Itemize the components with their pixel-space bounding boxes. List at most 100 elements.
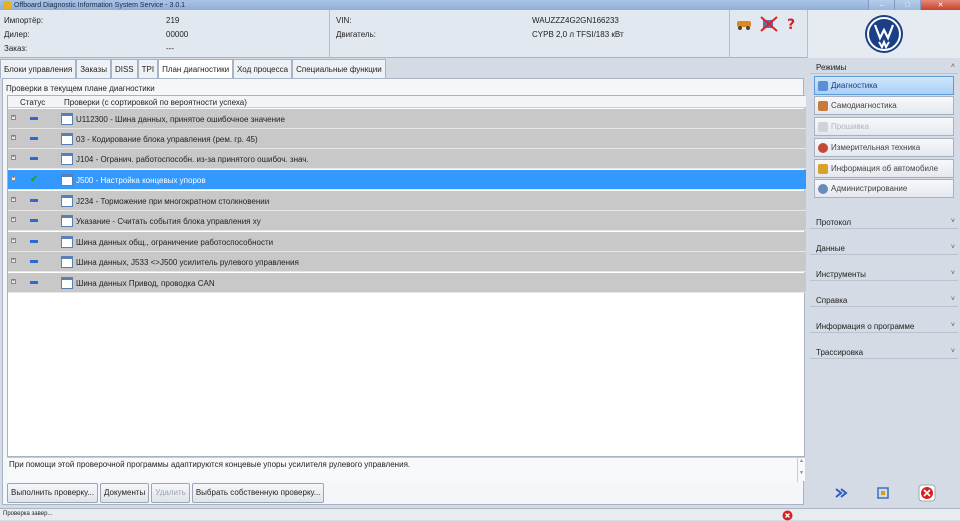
section-help[interactable]: Справка ˅ bbox=[810, 293, 958, 307]
table-row[interactable]: + J104 - Огранич. работоспособн. из-за п… bbox=[8, 149, 806, 169]
no-connection-icon bbox=[760, 16, 778, 32]
help-question-icon[interactable]: ? bbox=[784, 16, 800, 32]
order-label: Заказ: bbox=[4, 44, 28, 53]
grid-header: Статус Проверки (с сортировкой по вероят… bbox=[8, 96, 806, 108]
status-pending-icon bbox=[30, 157, 38, 160]
status-pending-icon bbox=[30, 137, 38, 140]
column-checks[interactable]: Проверки (с сортировкой по вероятности у… bbox=[64, 98, 247, 107]
section-label: Инструменты bbox=[816, 270, 866, 279]
sidebar-footer bbox=[808, 480, 960, 508]
table-row[interactable]: + U112300 - Шина данных, принятое ошибоч… bbox=[8, 109, 806, 129]
check-label: 03 - Кодирование блока управления (рем. … bbox=[76, 135, 258, 144]
tab-process[interactable]: Ход процесса bbox=[233, 59, 293, 78]
section-label: Трассировка bbox=[816, 348, 864, 357]
tab-tpi[interactable]: TPI bbox=[137, 59, 159, 78]
table-row[interactable]: + 03 - Кодирование блока управления (рем… bbox=[8, 129, 806, 149]
title-bar: Offboard Diagnostic Information System S… bbox=[0, 0, 960, 10]
chevron-down-icon: ˅ bbox=[950, 296, 955, 303]
tab-orders[interactable]: Заказы bbox=[76, 59, 111, 78]
document-icon bbox=[61, 174, 73, 186]
expand-icon[interactable]: + bbox=[11, 217, 16, 222]
expand-icon[interactable]: + bbox=[11, 115, 16, 120]
check-label: Шина данных, J533 <>J500 усилитель рулев… bbox=[76, 258, 299, 267]
close-window-button[interactable]: ✕ bbox=[920, 0, 960, 10]
mode-label: Администрирование bbox=[831, 184, 908, 193]
self-diagnostics-icon bbox=[818, 100, 828, 111]
minimize-button[interactable]: – bbox=[868, 0, 894, 10]
status-pending-icon bbox=[30, 219, 38, 222]
mode-label: Измерительная техника bbox=[831, 143, 921, 152]
modes-section-header[interactable]: Режимы ˄ bbox=[810, 60, 958, 74]
mode-diagnostics[interactable]: Диагностика bbox=[814, 76, 954, 95]
check-label: J234 - Торможение при многократном столк… bbox=[76, 197, 270, 206]
expand-icon[interactable]: + bbox=[11, 155, 16, 160]
expand-icon[interactable]: + bbox=[11, 279, 16, 284]
status-pending-icon bbox=[30, 240, 38, 243]
execute-check-button[interactable]: Выполнить проверку... bbox=[7, 483, 99, 503]
tab-diagnostic-plan[interactable]: План диагностики bbox=[158, 59, 234, 78]
table-row[interactable]: + J234 - Торможение при многократном сто… bbox=[8, 191, 806, 211]
importer-label: Импортёр: bbox=[4, 16, 44, 25]
table-row[interactable]: + Шина данных общ., ограничение работосп… bbox=[8, 232, 806, 252]
section-data[interactable]: Данные ˅ bbox=[810, 241, 958, 255]
status-pending-icon bbox=[30, 117, 38, 120]
diagnostic-plan-panel: Проверки в текущем плане диагностики Ста… bbox=[2, 78, 806, 505]
modes-title: Режимы bbox=[816, 63, 847, 72]
section-about[interactable]: Информация о программе ˅ bbox=[810, 319, 958, 333]
gauge-icon bbox=[818, 142, 828, 153]
section-tracing[interactable]: Трассировка ˅ bbox=[810, 345, 958, 359]
table-row[interactable]: + Шина данных, J533 <>J500 усилитель рул… bbox=[8, 252, 806, 272]
tab-diss[interactable]: DISS bbox=[110, 59, 138, 78]
exit-icon[interactable] bbox=[918, 484, 936, 502]
importer-value: 219 bbox=[166, 16, 180, 25]
delete-button[interactable]: Удалить bbox=[151, 483, 190, 503]
document-icon bbox=[61, 153, 73, 165]
fullscreen-icon[interactable] bbox=[876, 486, 890, 500]
mode-vehicle-info[interactable]: Информация об автомобиле bbox=[814, 159, 954, 178]
table-row[interactable]: + Указание - Считать события блока управ… bbox=[8, 211, 806, 231]
order-value: --- bbox=[166, 44, 174, 53]
vw-logo bbox=[865, 15, 903, 53]
flashing-icon bbox=[818, 121, 828, 132]
tab-special-functions[interactable]: Специальные функции bbox=[292, 59, 386, 78]
maximize-button[interactable]: □ bbox=[894, 0, 920, 10]
error-icon[interactable] bbox=[782, 510, 793, 521]
column-status[interactable]: Статус bbox=[20, 98, 45, 107]
section-tools[interactable]: Инструменты ˅ bbox=[810, 267, 958, 281]
table-row-selected[interactable]: + ✔ J500 - Настройка концевых упоров bbox=[8, 170, 806, 190]
mode-flashing[interactable]: Прошивка bbox=[814, 117, 954, 136]
vehicle-header: Импортёр: 219 Дилер: 00000 Заказ: --- VI… bbox=[0, 10, 960, 58]
engine-value: CYPB 2,0 л TFSI/183 кВт bbox=[532, 30, 624, 39]
check-label: J500 - Настройка концевых упоров bbox=[76, 176, 206, 185]
description-scrollbar[interactable]: ▲ ▼ bbox=[797, 458, 805, 482]
table-row[interactable]: + Шина данных Привод, проводка CAN bbox=[8, 273, 806, 293]
vehicle-info: VIN: WAUZZZ4G2GN166233 Двигатель: CYPB 2… bbox=[330, 10, 730, 58]
status-pending-icon bbox=[30, 260, 38, 263]
check-label: Указание - Считать события блока управле… bbox=[76, 217, 261, 226]
checkmark-icon: ✔ bbox=[30, 174, 39, 185]
chevron-down-icon: ˅ bbox=[950, 218, 955, 225]
expand-icon[interactable]: + bbox=[11, 197, 16, 202]
choose-own-check-button[interactable]: Выбрать собственную проверку... bbox=[191, 483, 325, 503]
engine-label: Двигатель: bbox=[336, 30, 376, 39]
mode-label: Диагностика bbox=[831, 81, 878, 90]
mode-administration[interactable]: Администрирование bbox=[814, 179, 954, 198]
expand-icon[interactable]: + bbox=[11, 176, 16, 181]
expand-icon[interactable]: + bbox=[11, 238, 16, 243]
section-protocol[interactable]: Протокол ˅ bbox=[810, 215, 958, 229]
section-label: Данные bbox=[816, 244, 845, 253]
documents-button[interactable]: Документы bbox=[100, 483, 150, 503]
mode-measurement[interactable]: Измерительная техника bbox=[814, 138, 954, 157]
plan-caption: Проверки в текущем плане диагностики bbox=[6, 84, 155, 93]
expand-icon[interactable]: + bbox=[11, 258, 16, 263]
gear-icon bbox=[818, 183, 828, 194]
forward-arrows-icon[interactable] bbox=[834, 486, 848, 500]
chevron-down-icon: ˅ bbox=[950, 348, 955, 355]
action-buttons: Выполнить проверку... Документы Удалить … bbox=[7, 483, 325, 503]
check-label: Шина данных Привод, проводка CAN bbox=[76, 279, 215, 288]
expand-icon[interactable]: + bbox=[11, 135, 16, 140]
status-bar: Проверка завер... bbox=[0, 508, 960, 521]
document-icon bbox=[61, 236, 73, 248]
mode-self-diagnostics[interactable]: Самодиагностика bbox=[814, 96, 954, 115]
tab-control-units[interactable]: Блоки управления bbox=[0, 59, 77, 78]
